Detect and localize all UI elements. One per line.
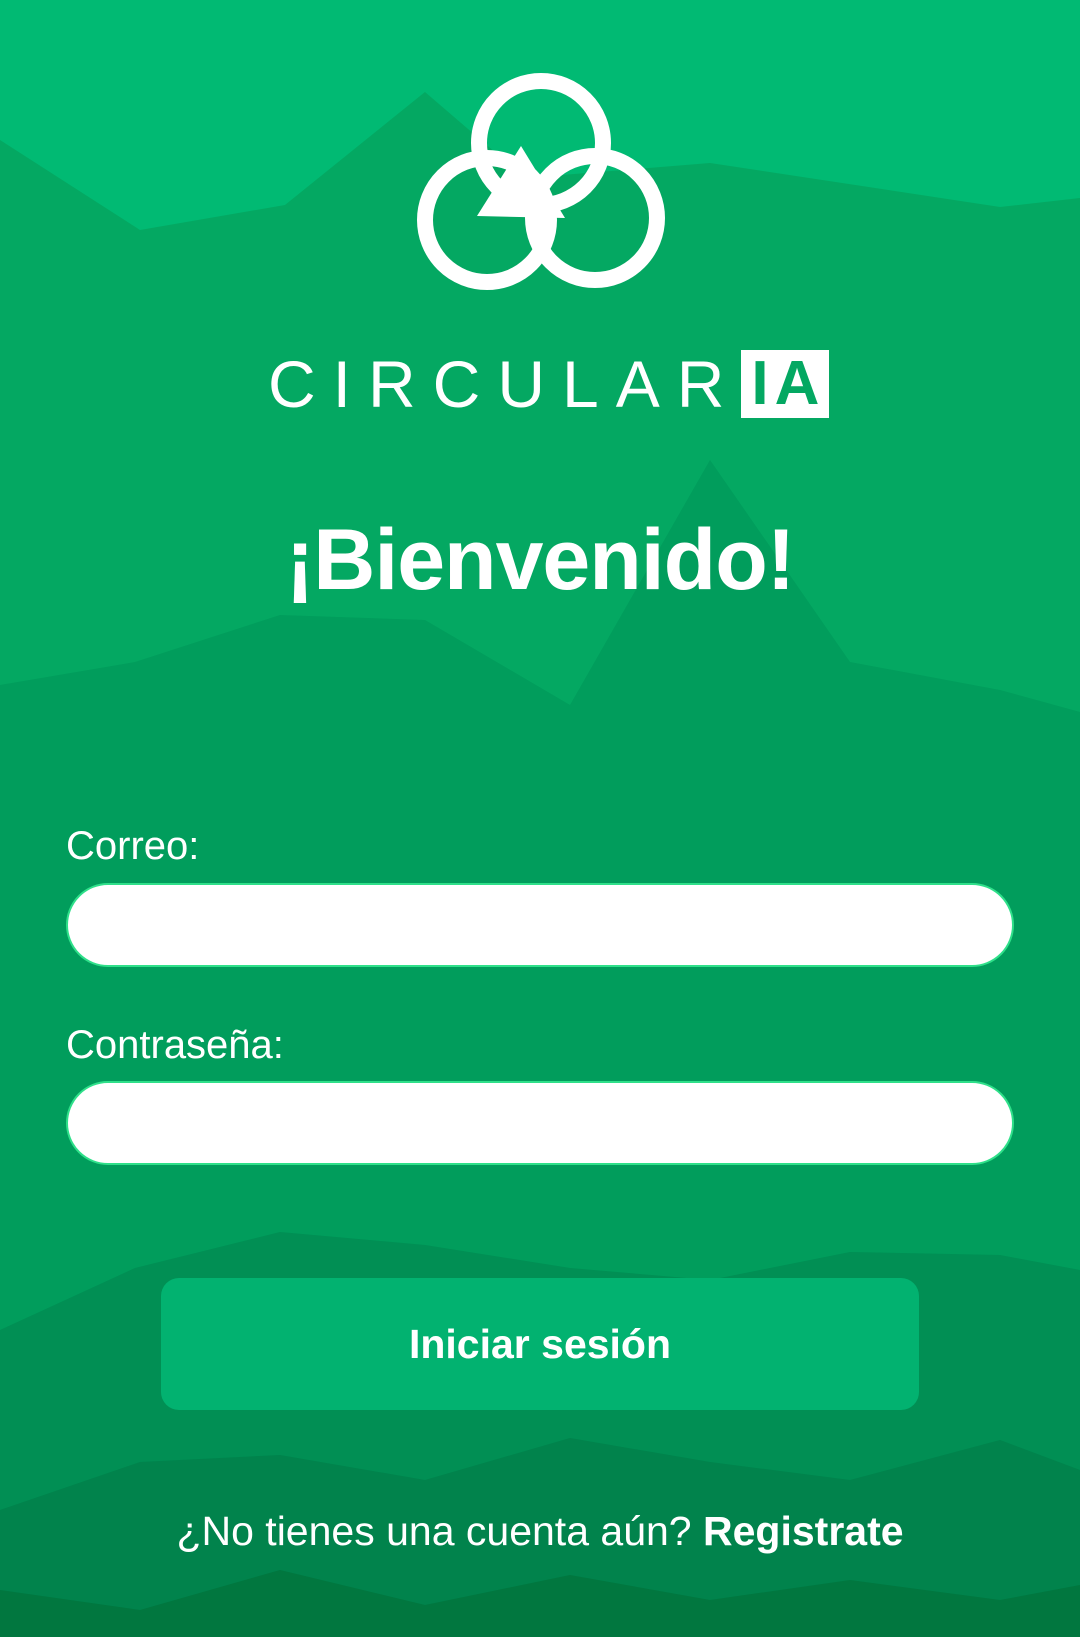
login-screen: CIRCULAR IA ¡Bienvenido! Correo: Contras… bbox=[0, 0, 1080, 1637]
email-field[interactable] bbox=[66, 883, 1014, 967]
brand-name: CIRCULAR bbox=[268, 347, 742, 421]
login-button[interactable]: Iniciar sesión bbox=[161, 1278, 919, 1410]
recycle-circles-icon bbox=[417, 73, 665, 290]
password-field[interactable] bbox=[66, 1081, 1014, 1165]
welcome-title: ¡Bienvenido! bbox=[285, 512, 796, 608]
register-prompt-text: ¿No tienes una cuenta aún? bbox=[176, 1508, 692, 1554]
brand-wordmark: CIRCULAR IA bbox=[268, 347, 830, 421]
brand-name-highlight: IA bbox=[741, 350, 830, 418]
register-prompt-row: ¿No tienes una cuenta aún? Registrate bbox=[0, 1505, 1080, 1557]
password-label: Contraseña: bbox=[66, 1023, 284, 1067]
email-label: Correo: bbox=[66, 824, 200, 868]
register-link[interactable]: Registrate bbox=[703, 1508, 904, 1554]
